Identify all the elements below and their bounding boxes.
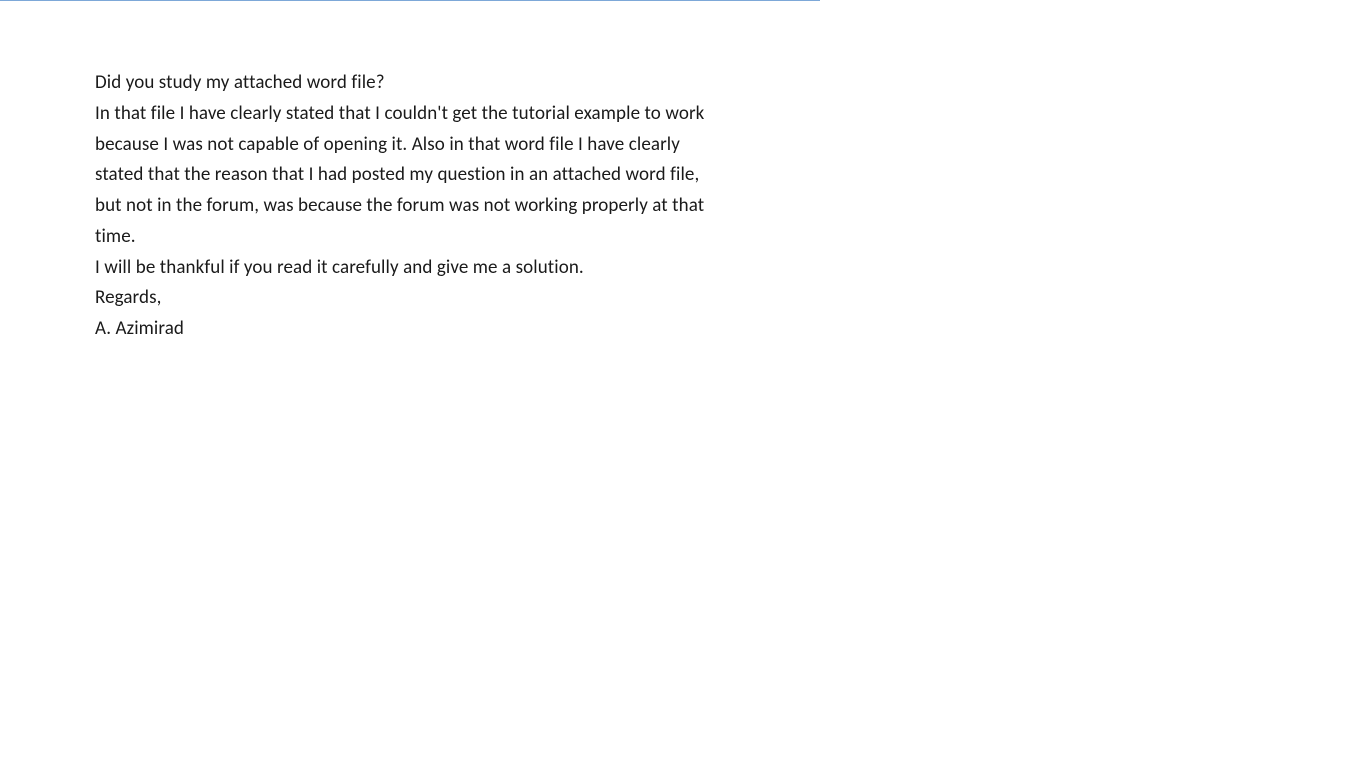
paragraph-line: I will be thankful if you read it carefu… bbox=[95, 253, 725, 284]
page-top-border bbox=[0, 0, 820, 1]
paragraph-line: A. Azimirad bbox=[95, 314, 725, 345]
paragraph-line: Regards, bbox=[95, 283, 725, 314]
document-body: Did you study my attached word file? In … bbox=[95, 68, 725, 345]
paragraph-line: Did you study my attached word file? bbox=[95, 68, 725, 99]
paragraph-line: In that file I have clearly stated that … bbox=[95, 99, 725, 253]
